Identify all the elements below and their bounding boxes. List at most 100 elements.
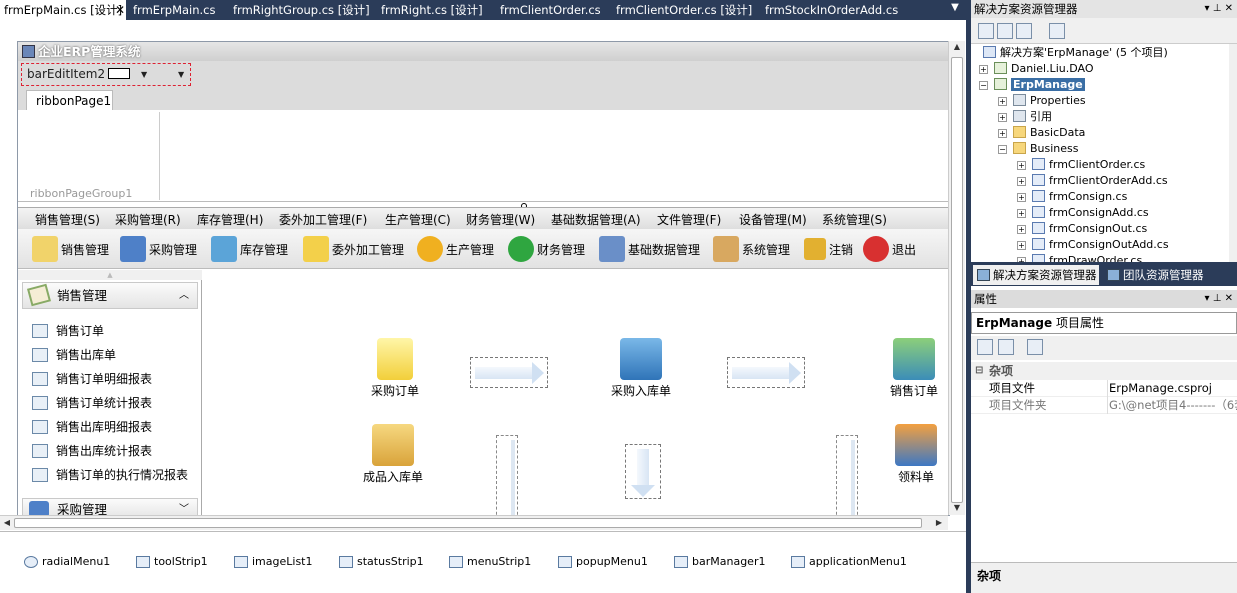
toolbar-finance-button[interactable]: 财务管理 bbox=[508, 234, 585, 264]
nav-group-sales[interactable]: 销售管理 ︿ bbox=[22, 282, 198, 309]
categorized-icon[interactable] bbox=[977, 339, 993, 355]
component-radialmenu[interactable]: radialMenu1 bbox=[24, 555, 110, 568]
properties-object-selector[interactable]: ErpManage 项目属性 bbox=[971, 312, 1237, 334]
toolbar-outsourcing-button[interactable]: 委外加工管理 bbox=[303, 234, 404, 264]
nav-group-purchase[interactable]: 采购管理 ﹀ bbox=[22, 498, 198, 515]
tab-solution-explorer[interactable]: 解决方案资源管理器 bbox=[973, 265, 1099, 285]
expand-icon[interactable]: + bbox=[1017, 241, 1026, 250]
menu-production[interactable]: 生产管理(C) bbox=[385, 211, 451, 228]
tree-node-erpmanage-project[interactable]: − ErpManage bbox=[979, 77, 1085, 93]
flow-purchase-order[interactable]: 采购订单 bbox=[371, 338, 419, 399]
property-row[interactable]: 项目文件夹 G:\@net项目4-------（6套 bbox=[971, 397, 1237, 414]
tab-frmerpmain-code[interactable]: frmErpMain.cs bbox=[133, 0, 216, 20]
nav-item-sales-order[interactable]: 销售订单 bbox=[32, 320, 104, 342]
tree-node-business[interactable]: − Business bbox=[998, 141, 1079, 157]
close-icon[interactable]: ✕ bbox=[113, 3, 127, 17]
scroll-left-icon[interactable]: ◀ bbox=[0, 518, 14, 527]
property-row[interactable]: 项目文件 ErpManage.csproj bbox=[971, 380, 1237, 397]
flow-material-requisition[interactable]: 领料单 bbox=[895, 424, 937, 485]
tab-frmright-design[interactable]: frmRight.cs [设计] bbox=[381, 0, 483, 20]
nav-scroll-up-icon[interactable]: ▲ bbox=[18, 270, 202, 280]
nav-item-order-detail-report[interactable]: 销售订单明细报表 bbox=[32, 368, 152, 390]
erp-form[interactable]: 企业ERP管理系统 barEditItem2 ▼ ▼ ribbonPage1 r… bbox=[17, 41, 950, 516]
tab-frmrightgroup-design[interactable]: frmRightGroup.cs [设计] bbox=[233, 0, 370, 20]
tab-frmclientorder-design[interactable]: frmClientOrder.cs [设计] bbox=[616, 0, 752, 20]
bar-edit-item[interactable]: barEditItem2 ▼ ▼ bbox=[21, 63, 191, 86]
toolbar-exit-button[interactable]: 退出 bbox=[863, 234, 916, 264]
tree-node-file[interactable]: + frmConsignOut.cs bbox=[1017, 221, 1147, 237]
pin-icon[interactable]: ▾ ⊥ ✕ bbox=[1205, 290, 1233, 308]
menu-inventory[interactable]: 库存管理(H) bbox=[197, 211, 263, 228]
tree-node-file[interactable]: + frmClientOrder.cs bbox=[1017, 157, 1145, 173]
nav-item-sales-outbound[interactable]: 销售出库单 bbox=[32, 344, 116, 366]
expand-icon[interactable]: + bbox=[998, 129, 1007, 138]
expand-icon[interactable]: + bbox=[979, 65, 988, 74]
scroll-up-icon[interactable]: ▲ bbox=[950, 42, 964, 51]
tree-node-basicdata[interactable]: + BasicData bbox=[998, 125, 1085, 141]
show-all-files-icon[interactable] bbox=[997, 23, 1013, 39]
tab-frmerpmain-design[interactable]: frmErpMain.cs [设计] bbox=[0, 0, 127, 20]
tab-team-explorer[interactable]: 团队资源管理器 bbox=[1103, 265, 1223, 285]
tab-frmclientorder-code[interactable]: frmClientOrder.cs bbox=[500, 0, 601, 20]
component-menustrip[interactable]: menuStrip1 bbox=[449, 555, 531, 568]
menu-purchase[interactable]: 采购管理(R) bbox=[115, 211, 181, 228]
chevron-up-icon[interactable]: ︿ bbox=[179, 283, 189, 309]
designer-vertical-scrollbar[interactable]: ▲ ▼ bbox=[948, 41, 965, 515]
scroll-right-icon[interactable]: ▶ bbox=[932, 518, 946, 527]
tab-frmstockinorderadd-code[interactable]: frmStockInOrderAdd.cs bbox=[765, 0, 898, 20]
scroll-down-icon[interactable]: ▼ bbox=[950, 503, 964, 512]
flow-finished-goods-inbound[interactable]: 成品入库单 bbox=[363, 424, 423, 485]
tree-node-file[interactable]: + frmClientOrderAdd.cs bbox=[1017, 173, 1168, 189]
nav-item-outbound-detail-report[interactable]: 销售出库明细报表 bbox=[32, 416, 152, 438]
toolbar-logout-button[interactable]: 注销 bbox=[804, 234, 853, 264]
scrollbar-thumb[interactable] bbox=[14, 518, 922, 528]
tree-node-references[interactable]: + 引用 bbox=[998, 109, 1052, 125]
menu-system[interactable]: 系统管理(S) bbox=[822, 211, 887, 228]
menu-equipment[interactable]: 设备管理(M) bbox=[739, 211, 807, 228]
menu-sales[interactable]: 销售管理(S) bbox=[35, 211, 100, 228]
collapse-icon[interactable]: − bbox=[998, 145, 1007, 154]
class-diagram-icon[interactable] bbox=[1049, 23, 1065, 39]
tree-node-properties[interactable]: + Properties bbox=[998, 93, 1086, 109]
property-value[interactable]: G:\@net项目4-------（6套 bbox=[1107, 397, 1237, 414]
toolbar-sales-button[interactable]: 销售管理 bbox=[32, 234, 109, 264]
property-category[interactable]: ⊟ 杂项 bbox=[971, 362, 1237, 380]
refresh-icon[interactable] bbox=[1016, 23, 1032, 39]
component-toolstrip[interactable]: toolStrip1 bbox=[136, 555, 208, 568]
nav-item-outbound-stat-report[interactable]: 销售出库统计报表 bbox=[32, 440, 152, 462]
nav-item-order-execution-report[interactable]: 销售订单的执行情况报表 bbox=[32, 464, 188, 486]
expand-icon[interactable]: + bbox=[1017, 177, 1026, 186]
component-imagelist[interactable]: imageList1 bbox=[234, 555, 313, 568]
menu-finance[interactable]: 财务管理(W) bbox=[466, 211, 535, 228]
expand-icon[interactable]: + bbox=[1017, 209, 1026, 218]
component-barmanager[interactable]: barManager1 bbox=[674, 555, 765, 568]
toolbar-production-button[interactable]: 生产管理 bbox=[417, 234, 494, 264]
tree-node-dao-project[interactable]: + Daniel.Liu.DAO bbox=[979, 61, 1093, 77]
expand-icon[interactable]: + bbox=[998, 113, 1007, 122]
tab-dropdown-icon[interactable]: ▼ bbox=[948, 2, 962, 18]
tree-node-file[interactable]: + frmDrawOrder.cs bbox=[1017, 253, 1142, 262]
toolbar-purchase-button[interactable]: 采购管理 bbox=[120, 234, 197, 264]
customize-dropdown-icon[interactable]: ▼ bbox=[178, 64, 184, 85]
flow-sales-order[interactable]: 销售订单 bbox=[890, 338, 938, 399]
solution-tree-scrollbar[interactable] bbox=[1229, 44, 1237, 262]
properties-icon[interactable] bbox=[978, 23, 994, 39]
tree-node-file[interactable]: + frmConsignAdd.cs bbox=[1017, 205, 1149, 221]
menu-basic-data[interactable]: 基础数据管理(A) bbox=[551, 211, 641, 228]
toolbar-system-button[interactable]: 系统管理 bbox=[713, 234, 790, 264]
alphabetical-icon[interactable] bbox=[998, 339, 1014, 355]
expand-icon[interactable]: + bbox=[1017, 225, 1026, 234]
tree-node-file[interactable]: + frmConsignOutAdd.cs bbox=[1017, 237, 1169, 253]
tree-node-solution[interactable]: 解决方案'ErpManage' (5 个项目) bbox=[983, 45, 1168, 61]
collapse-icon[interactable]: − bbox=[979, 81, 988, 90]
chevron-down-icon[interactable]: ﹀ bbox=[179, 499, 189, 515]
menu-outsourcing[interactable]: 委外加工管理(F) bbox=[279, 211, 367, 228]
property-value[interactable]: ErpManage.csproj bbox=[1107, 380, 1212, 397]
tree-node-file[interactable]: + frmConsign.cs bbox=[1017, 189, 1127, 205]
color-picker-box[interactable] bbox=[108, 68, 130, 79]
menu-files[interactable]: 文件管理(F) bbox=[657, 211, 721, 228]
tab-ribbonpage1[interactable]: ribbonPage1 bbox=[26, 90, 113, 111]
component-applicationmenu[interactable]: applicationMenu1 bbox=[791, 555, 907, 568]
component-statusstrip[interactable]: statusStrip1 bbox=[339, 555, 424, 568]
flow-purchase-inbound[interactable]: 采购入库单 bbox=[611, 338, 671, 399]
